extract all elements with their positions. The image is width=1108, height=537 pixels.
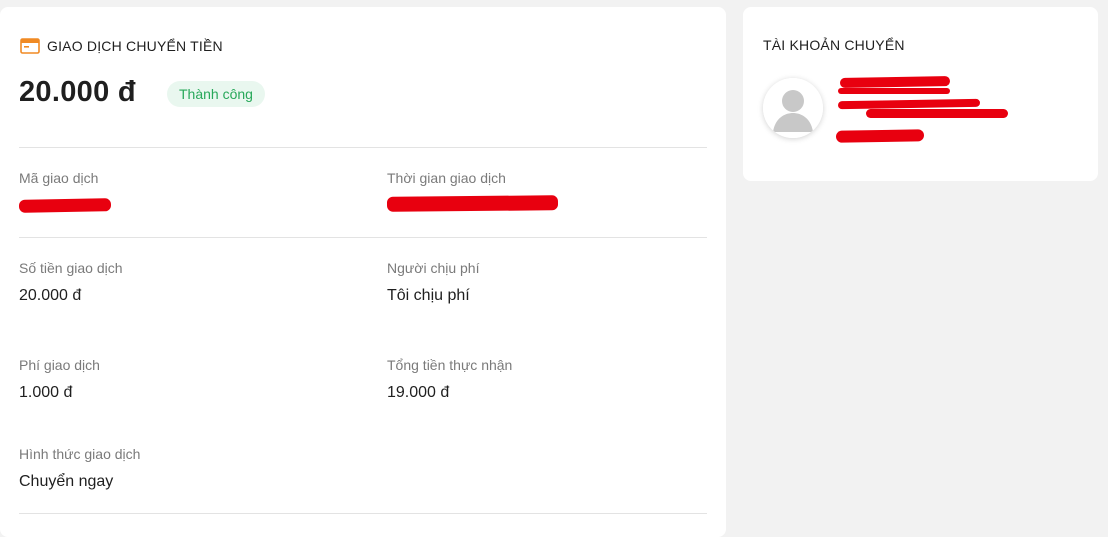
transaction-id-label: Mã giao dịch [19, 170, 99, 186]
transfer-type-value: Chuyển ngay [19, 473, 114, 490]
divider [19, 147, 707, 148]
redaction-mark [866, 109, 1008, 118]
amount-value: 20.000 đ [19, 287, 82, 304]
fee-value: 1.000 đ [19, 384, 73, 401]
transaction-amount: 20.000 đ [19, 76, 136, 108]
divider [19, 513, 707, 514]
user-silhouette-icon [763, 78, 823, 138]
transfer-type-label: Hình thức giao dịch [19, 446, 141, 462]
redaction-mark [838, 88, 950, 94]
amount-label: Số tiền giao dịch [19, 260, 123, 276]
fee-payer-value: Tôi chịu phí [387, 287, 470, 304]
transaction-time-label: Thời gian giao dịch [387, 170, 506, 186]
fee-payer-label: Người chịu phí [387, 260, 480, 276]
browser-window-icon [20, 38, 40, 54]
fee-label: Phí giao dịch [19, 357, 100, 373]
status-badge: Thành công [167, 81, 265, 107]
redaction-mark [386, 195, 559, 212]
section-title: GIAO DỊCH CHUYỂN TIỀN [47, 38, 223, 54]
redaction-mark [18, 198, 112, 213]
redaction-mark [839, 76, 951, 88]
net-received-label: Tổng tiền thực nhận [387, 357, 513, 373]
redaction-mark [835, 129, 925, 143]
divider [19, 237, 707, 238]
net-received-value: 19.000 đ [387, 384, 450, 401]
source-account-title: TÀI KHOẢN CHUYỂN [763, 37, 905, 53]
